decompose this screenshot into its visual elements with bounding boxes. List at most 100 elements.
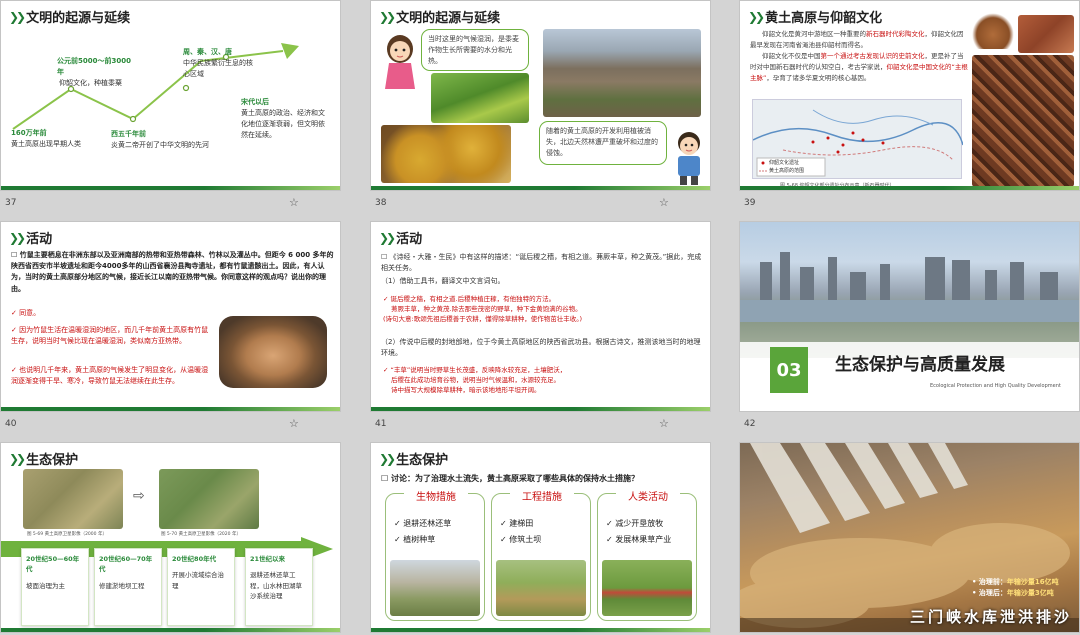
point-text: 中华民族繁衍生息的核心区域 xyxy=(183,58,253,78)
star-icon[interactable]: ☆ xyxy=(289,196,299,209)
instruction-sub: （1）借助工具书，翻译文中文言词句。 xyxy=(381,277,505,285)
point-text: 黄土高原出现早期人类 xyxy=(11,139,81,148)
footer-bar xyxy=(371,407,710,411)
measure-item: ✓ 建梯田 xyxy=(500,518,533,529)
satellite-2020-photo xyxy=(159,469,259,529)
slide-41[interactable]: ❯❯ 活动 ☐ 《诗经・大雅・生民》中有这样的描述：“诞后稷之穑，有相之道。茀厥丰… xyxy=(370,221,711,412)
step-period: 20世纪60—70年代 xyxy=(99,555,153,574)
point-date: 周、秦、汉、唐 xyxy=(183,48,232,56)
footer-bar xyxy=(1,628,340,632)
legend-item: 黄土高原的范围 xyxy=(769,168,805,174)
step-period: 21世纪以来 xyxy=(250,555,286,563)
question-text: 讨论：为了治理水土流失，黄土高原采取了哪些具体的保持水土措施？ xyxy=(390,474,639,483)
title-text: 生态保护 xyxy=(396,453,449,468)
response-1: ✓ 诞后稷之穑，有相之道.后稷种植庄稼，有他独特的方法。 茀厥丰草，种之黄茂.除… xyxy=(383,294,705,324)
star-icon[interactable]: ☆ xyxy=(659,417,669,430)
point-date: 西五千年前 xyxy=(111,130,146,138)
terraced-fields-photo xyxy=(496,560,586,616)
step-measure: 开展小流域综合治理 xyxy=(172,571,224,590)
column-heading: 工程措施 xyxy=(510,488,574,503)
check-icon: ✓ xyxy=(606,535,616,544)
slide-title: ❯❯ 生态保护 xyxy=(9,449,78,469)
intro-paragraph: 仰韶文化是黄河中游地区一种重要的新石器时代彩陶文化，仰韶文化因最早发现在河南省渑… xyxy=(750,29,968,84)
slide-number: 42 xyxy=(744,419,756,429)
double-chevron-icon: ❯❯ xyxy=(379,451,396,466)
discussion-question: ☐ 讨论：为了治理水土流失，黄土高原采取了哪些具体的保持水土措施？ xyxy=(381,473,639,484)
star-icon[interactable]: ☆ xyxy=(289,417,299,430)
timeline-step-card: 20世纪80年代 开展小流域综合治理 xyxy=(167,548,235,626)
measure-item: ✓ 修筑土坝 xyxy=(500,534,541,545)
speech-bubble-1: 当时这里的气候湿润，是黍麦作物生长所需要的水分和光热。 xyxy=(421,29,529,71)
slide-37[interactable]: ❯❯ 文明的起源与延续 公元前5000～前3000年 仰韶文化，种植黍粟 周、秦、汉… xyxy=(0,0,341,191)
response-2: ✓ “丰草”说明当时野草生长茂盛，反映降水较充足，土壤肥沃， 后稷在此成功培育谷… xyxy=(383,365,705,395)
city-skyline-photo xyxy=(740,222,1079,322)
measure-item: ✓ 发展林果草产业 xyxy=(606,534,671,545)
measure-text: 植树种草 xyxy=(403,535,436,544)
sediment-stats: • 治理前：年输沙量16亿吨 • 治理后：年输沙量3亿吨 xyxy=(972,578,1059,598)
title-text: 活动 xyxy=(396,232,423,247)
timeline-point-5: 宋代以后 黄土高原的政治、经济和文化地位逐渐衰弱，但文明依然在延续。 xyxy=(241,97,331,140)
star-icon[interactable]: ☆ xyxy=(659,196,669,209)
check-icon: ✓ xyxy=(394,535,404,544)
slide-number: 39 xyxy=(744,198,756,208)
slide-40[interactable]: ❯❯ 活动 ☐ 竹鼠主要栖息在非洲东部以及亚洲南部的热带和亚热带森林、竹林以及灌丛… xyxy=(0,221,341,412)
checkbox-icon: ☐ xyxy=(381,474,391,483)
loess-plateau-photo xyxy=(543,29,701,117)
slide-title: ❯❯ 生态保护 xyxy=(379,449,449,469)
answer-2: ✓ 因为竹鼠生活在温暖湿润的地区，而几千年前黄土高原有竹鼠生存，说明当时气候比现… xyxy=(11,326,209,345)
footer-bar xyxy=(1,407,340,411)
check-icon: ✓ xyxy=(500,535,510,544)
column-heading: 生物措施 xyxy=(404,488,468,503)
footer-bar xyxy=(371,628,710,632)
column-heading: 人类活动 xyxy=(616,488,680,503)
satellite-2000-photo xyxy=(23,469,123,529)
response-text: (诗句大意:歌颂先祖后稷善于农耕，懂得除草耕种，使作物茁壮丰收。) xyxy=(383,315,583,324)
step-period: 20世纪50—60年代 xyxy=(26,555,80,574)
highlight: 第一个通过考古发现认识的史前文化 xyxy=(820,52,925,61)
footer-bar xyxy=(371,186,710,190)
culture-map: 仰韶文化遗址 黄土高原的范围 xyxy=(752,99,964,179)
measure-column: 生物措施 ✓ 退耕还林还草 ✓ 植树种草 xyxy=(385,488,485,621)
instruction-1: ☐ 《诗经・大雅・生民》中有这样的描述：“诞后稷之穑，有相之道。茀厥丰草，种之黄… xyxy=(381,252,703,274)
measure-text: 退耕还林还草 xyxy=(403,519,452,528)
text: ，孕育了诸多华夏文明的核心基因。 xyxy=(766,74,871,83)
measure-item: ✓ 减少开垦放牧 xyxy=(606,518,663,529)
response-text: 诗中描写大规模除草耕种，暗示该地地形平坦开阔。 xyxy=(391,386,541,395)
timeline-point-2: 公元前5000～前3000年 仰韶文化，种植黍粟 xyxy=(57,56,137,89)
double-chevron-icon: ❯❯ xyxy=(748,9,765,24)
skyline-drawing xyxy=(740,252,1079,322)
title-text: 黄土高原与仰韶文化 xyxy=(765,11,883,26)
timeline-point-4: 周、秦、汉、唐中华民族繁衍生息的核心区域 xyxy=(183,47,253,80)
slide-39[interactable]: ❯❯ 黄土高原与仰韶文化 仰韶文化是黄河中游地区一种重要的新石器时代彩陶文化，仰韶… xyxy=(739,0,1080,191)
painted-pottery-photo xyxy=(972,55,1074,187)
check-icon: ✓ xyxy=(500,519,510,528)
double-chevron-icon: ❯❯ xyxy=(9,230,26,245)
response-text: 茀厥丰草，种之黄茂.除去那些茂密的野草，种下金黄饱满的谷物。 xyxy=(391,305,582,314)
timeline-step-card: 21世纪以来 退耕还林还草工程，山水林田湖草沙系统治理 xyxy=(245,548,313,626)
highlight: 新石器时代彩陶文化 xyxy=(866,30,925,38)
slide-38[interactable]: ❯❯ 文明的起源与延续 当时这里的气候湿润，是黍麦作物生长所需要的水分和光热。 随… xyxy=(370,0,711,191)
slide-number: 40 xyxy=(5,419,17,429)
point-date: 宋代以后 xyxy=(241,98,269,106)
point-text: 仰韶文化，种植黍粟 xyxy=(59,78,122,87)
question-text: ☐ 竹鼠主要栖息在非洲东部以及亚洲南部的热带和亚热带森林、竹林以及灌丛中。但距今… xyxy=(11,250,335,295)
measure-column: 人类活动 ✓ 减少开垦放牧 ✓ 发展林果草产业 xyxy=(597,488,697,621)
measure-item: ✓ 退耕还林还草 xyxy=(394,518,451,529)
question: 竹鼠主要栖息在非洲东部以及亚洲南部的热带和亚热带森林、竹林以及灌丛中。但距今 6… xyxy=(11,251,334,293)
double-chevron-icon: ❯❯ xyxy=(9,451,26,466)
check-icon: ✓ xyxy=(606,519,616,528)
timeline-step-card: 20世纪60—70年代修建淤地坝工程 xyxy=(94,548,162,626)
arrow-right-icon: ⇨ xyxy=(133,488,145,504)
response-text: 后稷在此成功培育谷物，说明当时气候温和，水源较充足。 xyxy=(391,376,560,385)
measure-column: 工程措施 ✓ 建梯田 ✓ 修筑土坝 xyxy=(491,488,591,621)
instruction-text: 《诗经・大雅・生民》中有这样的描述：“诞后稷之穑，有相之道。茀厥丰草，种之黄茂。… xyxy=(381,253,702,272)
orchard-photo xyxy=(602,560,692,616)
slide-44[interactable]: ❯❯ 生态保护 ☐ 讨论：为了治理水土流失，黄土高原采取了哪些具体的保持水土措施？… xyxy=(370,442,711,633)
legend-item: 仰韶文化遗址 xyxy=(769,160,800,166)
slide-43[interactable]: ❯❯ 生态保护 ⇨ 图 5-69 黄土高原卫星影像（2000 年） 图 5-70 … xyxy=(0,442,341,633)
answer-text: 也说明几千年来，黄土高原的气候发生了明显变化，从温暖湿润逐渐变得干旱、寒冷，导致… xyxy=(11,366,209,385)
slide-45[interactable]: • 治理前：年输沙量16亿吨 • 治理后：年输沙量3亿吨 三门峡水库泄洪排沙 xyxy=(739,442,1080,633)
bamboo-rat-photo xyxy=(219,316,327,388)
step-measure: 修建淤地坝工程 xyxy=(99,581,145,590)
slide-42[interactable]: 03 生态保护与高质量发展 Ecological Protection and … xyxy=(739,221,1080,412)
